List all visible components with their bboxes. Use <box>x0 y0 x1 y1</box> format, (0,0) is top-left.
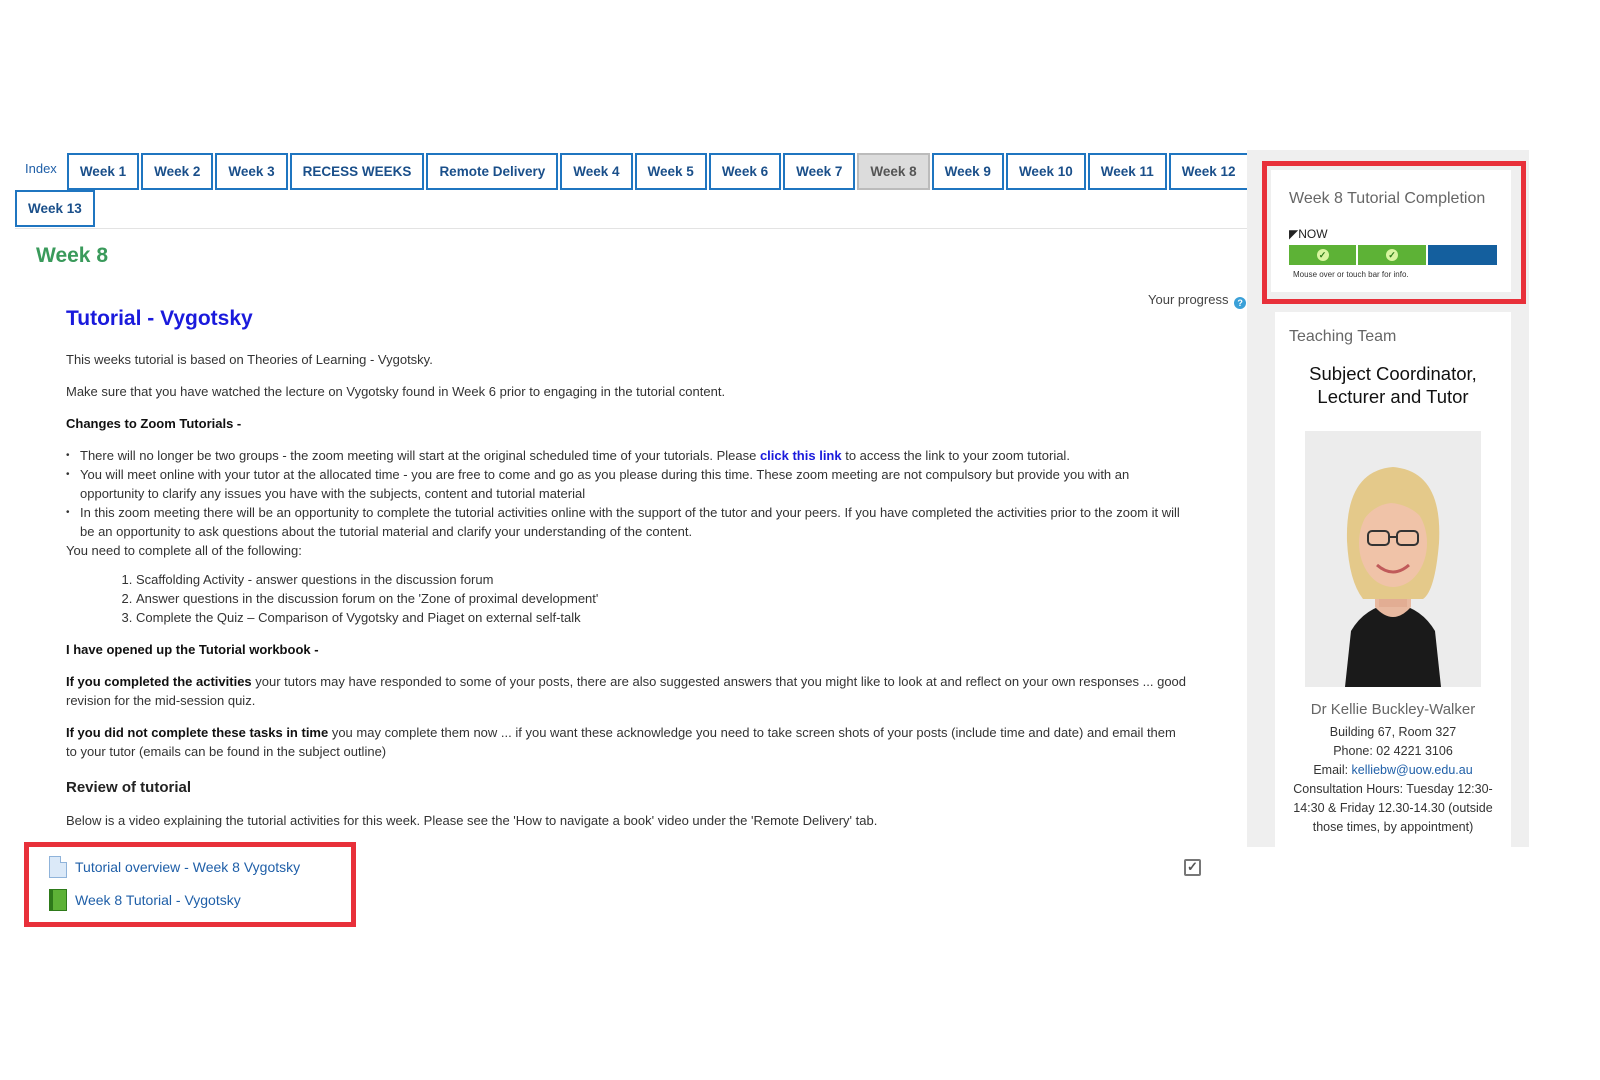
tab-week-6[interactable]: Week 6 <box>708 153 782 190</box>
tab-week-8[interactable]: Week 8 <box>857 153 930 190</box>
changes-item: There will no longer be two groups - the… <box>66 446 1186 465</box>
task-item: Complete the Quiz – Comparison of Vygots… <box>136 608 1186 627</box>
tab-week-9[interactable]: Week 9 <box>931 153 1004 190</box>
tab-week-4[interactable]: Week 4 <box>560 153 633 190</box>
staff-email-row: Email: kelliebw@uow.edu.au <box>1283 761 1503 780</box>
task-list: Scaffolding Activity - answer questions … <box>66 570 1186 627</box>
portrait-image <box>1305 431 1481 687</box>
book-icon <box>49 889 67 911</box>
staff-phone: Phone: 02 4221 3106 <box>1333 744 1453 758</box>
staff-name: Dr Kellie Buckley-Walker <box>1310 701 1476 718</box>
intro-text-2: Make sure that you have watched the lect… <box>66 384 726 399</box>
completed-bold: If you completed the activities <box>66 674 252 689</box>
staff-photo <box>1305 431 1481 687</box>
role-line-1: Subject Coordinator, <box>1309 363 1477 384</box>
tab-week-1[interactable]: Week 1 <box>66 153 140 190</box>
tab-row-1: Index Week 1 Week 2 Week 3 RECESS WEEKS … <box>15 153 1249 190</box>
tab-week-12[interactable]: Week 12 <box>1168 153 1249 190</box>
tab-week-5[interactable]: Week 5 <box>634 153 707 190</box>
role-line-2: Lecturer and Tutor <box>1317 386 1469 407</box>
complete-intro: You need to complete all of the followin… <box>66 543 302 558</box>
resource-tutorial-overview[interactable]: Tutorial overview - Week 8 Vygotsky <box>49 856 300 878</box>
teaching-team-block: Teaching Team Subject Coordinator, Lectu… <box>1275 312 1511 847</box>
zoom-link[interactable]: click this link <box>760 448 842 463</box>
changes-list: There will no longer be two groups - the… <box>66 446 1186 541</box>
email-label: Email: <box>1313 763 1352 777</box>
resource-highlight <box>24 842 356 927</box>
tab-week-7[interactable]: Week 7 <box>783 153 856 190</box>
changes-item: In this zoom meeting there will be an op… <box>66 503 1186 541</box>
tab-week-3[interactable]: Week 3 <box>215 153 288 190</box>
review-heading: Review of tutorial <box>66 779 192 796</box>
tab-remote-delivery[interactable]: Remote Delivery <box>426 153 559 190</box>
bullet-1-text-end: to access the link to your zoom tutorial… <box>841 448 1070 463</box>
teaching-team-title: Teaching Team <box>1289 328 1397 345</box>
tabs-divider <box>15 228 1260 229</box>
tab-index[interactable]: Index <box>15 153 67 190</box>
bullet-1-text: There will no longer be two groups - the… <box>80 448 760 463</box>
tab-week-10[interactable]: Week 10 <box>1005 153 1086 190</box>
not-completed-bold: If you did not complete these tasks in t… <box>66 725 329 740</box>
tutorial-title: Tutorial - Vygotsky <box>66 307 253 330</box>
tab-row-2: Week 13 <box>15 190 1245 227</box>
review-text: Below is a video explaining the tutorial… <box>66 813 878 828</box>
resource-week-8-tutorial[interactable]: Week 8 Tutorial - Vygotsky <box>49 889 241 911</box>
changes-heading: Changes to Zoom Tutorials - <box>66 416 242 431</box>
tab-week-11[interactable]: Week 11 <box>1087 153 1167 190</box>
intro-text-1: This weeks tutorial is based on Theories… <box>66 352 433 367</box>
tab-recess-weeks[interactable]: RECESS WEEKS <box>289 153 425 190</box>
staff-building: Building 67, Room 327 <box>1329 725 1457 739</box>
team-role: Subject Coordinator, Lecturer and Tutor <box>1275 362 1511 408</box>
tab-week-13[interactable]: Week 13 <box>15 190 95 227</box>
help-icon[interactable]: ? <box>1234 297 1247 309</box>
tab-week-2[interactable]: Week 2 <box>141 153 214 190</box>
completion-highlight <box>1262 161 1526 304</box>
task-item: Answer questions in the discussion forum… <box>136 589 1186 608</box>
section-title: Week 8 <box>36 244 108 267</box>
completion-checkbox-icon[interactable]: ✓ <box>1184 859 1201 876</box>
main-content: Tutorial - Vygotsky This weeks tutorial … <box>66 305 1186 843</box>
workbook-heading: I have opened up the Tutorial workbook - <box>66 642 319 657</box>
resource-label: Tutorial overview - Week 8 Vygotsky <box>75 859 301 875</box>
document-icon <box>49 856 67 878</box>
staff-contact: Building 67, Room 327 Phone: 02 4221 310… <box>1275 723 1511 837</box>
not-completed-paragraph: If you did not complete these tasks in t… <box>66 723 1186 761</box>
consultation-hours: Consultation Hours: Tuesday 12:30-14:30 … <box>1293 782 1493 834</box>
task-item: Scaffolding Activity - answer questions … <box>136 570 1186 589</box>
week-tabs: Index Week 1 Week 2 Week 3 RECESS WEEKS … <box>15 153 1249 227</box>
changes-item: You will meet online with your tutor at … <box>66 465 1186 503</box>
completed-paragraph: If you completed the activities your tut… <box>66 672 1186 710</box>
staff-email-link[interactable]: kelliebw@uow.edu.au <box>1352 763 1473 777</box>
resource-label: Week 8 Tutorial - Vygotsky <box>75 892 241 908</box>
